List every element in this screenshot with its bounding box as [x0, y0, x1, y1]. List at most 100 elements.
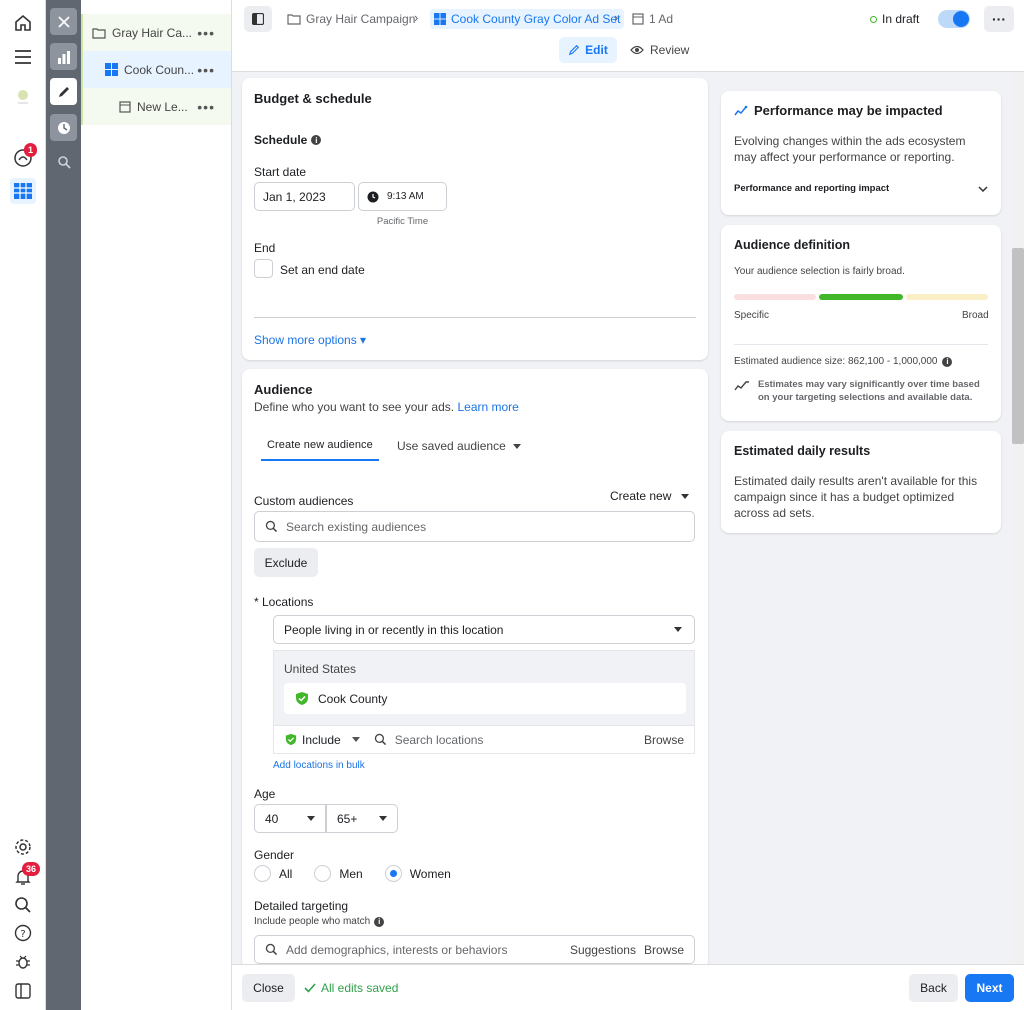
left-rail: 1 36 ?: [0, 0, 46, 1010]
detailed-targeting-input[interactable]: Add demographics, interests or behaviors…: [254, 935, 695, 964]
tab-use-saved-audience[interactable]: Use saved audience: [397, 439, 521, 453]
bug-icon[interactable]: [10, 949, 36, 975]
back-button[interactable]: Back: [909, 974, 958, 1002]
folder-icon: [287, 14, 301, 25]
search-icon: [374, 733, 386, 746]
tab-create-new-label: Create new audience: [267, 439, 373, 451]
location-mode-select[interactable]: People living in or recently in this loc…: [273, 615, 695, 644]
divider: [254, 317, 696, 318]
info-icon[interactable]: i: [942, 356, 953, 367]
tab-create-new-audience[interactable]: Create new audience: [261, 431, 379, 461]
draft-status-label: In draft: [882, 12, 920, 26]
audience-card: Audience Define who you want to see your…: [242, 369, 708, 964]
gender-women-radio[interactable]: [384, 865, 402, 882]
tree-item-campaign[interactable]: Gray Hair Ca... •••: [81, 14, 231, 51]
browse-targeting-button[interactable]: Browse: [644, 943, 684, 957]
search-locations-input[interactable]: Search locations: [395, 733, 644, 747]
exclude-button[interactable]: Exclude: [254, 548, 318, 577]
shield-check-icon: [296, 692, 308, 705]
campaign-toggle[interactable]: [938, 10, 970, 28]
performance-impact-toggle[interactable]: Performance and reporting impact: [734, 183, 988, 194]
notifications-icon[interactable]: 1: [10, 143, 38, 171]
ads-manager-table-icon[interactable]: [10, 178, 36, 204]
performance-impact-label: Performance and reporting impact: [734, 183, 890, 194]
learn-more-link[interactable]: Learn more: [457, 400, 518, 414]
home-icon[interactable]: [10, 10, 36, 36]
ad-page-icon: [632, 13, 644, 25]
close-icon[interactable]: [50, 8, 77, 35]
close-button[interactable]: Close: [242, 974, 295, 1002]
menu-icon[interactable]: [10, 44, 36, 70]
age-min-select[interactable]: 40: [254, 804, 326, 833]
trend-icon: [734, 381, 749, 391]
chart-icon[interactable]: [50, 43, 77, 70]
tree-adset-label: Cook Coun...: [124, 62, 195, 77]
gender-all-label: All: [279, 866, 293, 881]
start-time-input[interactable]: 9:13 AM: [358, 182, 447, 211]
tab-review[interactable]: Review: [630, 37, 689, 63]
browse-locations-button[interactable]: Browse: [644, 733, 684, 747]
breadcrumb-campaign[interactable]: Gray Hair Campaign: [287, 9, 415, 29]
gender-all-radio[interactable]: [254, 865, 271, 882]
info-icon[interactable]: i: [311, 135, 322, 145]
card-title: Budget & schedule: [254, 91, 372, 106]
brand-logo-icon: [10, 84, 36, 110]
tree-item-adset[interactable]: Cook Coun... •••: [81, 51, 231, 88]
campaign-tree: Gray Hair Ca... ••• Cook Coun... ••• New…: [81, 0, 232, 1010]
more-icon[interactable]: •••: [197, 99, 215, 115]
include-dropdown[interactable]: Include: [285, 733, 360, 747]
search-icon[interactable]: [10, 892, 36, 918]
age-max-select[interactable]: 65+: [326, 804, 398, 833]
location-chip-cook-county[interactable]: Cook County: [284, 683, 686, 714]
breadcrumb-adset[interactable]: Cook County Gray Color Ad Set: [430, 9, 625, 29]
save-status: All edits saved: [304, 981, 398, 995]
gear-icon[interactable]: [10, 834, 36, 860]
start-date-input[interactable]: Jan 1, 2023: [254, 182, 355, 211]
suggestions-button[interactable]: Suggestions: [570, 943, 636, 957]
audience-estimate-note: Estimates may vary significantly over ti…: [734, 378, 988, 404]
tree-item-ad[interactable]: New Le... •••: [81, 88, 231, 125]
bell-icon[interactable]: 36: [10, 862, 41, 890]
meter-broad-label: Broad: [962, 310, 989, 321]
end-date-checkbox[interactable]: [254, 259, 273, 278]
include-label: Include: [302, 732, 341, 747]
pencil-icon[interactable]: [50, 78, 77, 105]
more-options-button[interactable]: ···: [984, 6, 1014, 32]
show-more-options-link[interactable]: Show more options ▾: [254, 333, 366, 347]
gender-men-radio[interactable]: [314, 865, 332, 882]
audience-size-text: Estimated audience size: 862,100 - 1,000…: [734, 356, 938, 367]
alerts-badge: 36: [22, 862, 41, 876]
next-button[interactable]: Next: [965, 974, 1014, 1002]
custom-audiences-label: Custom audiences: [254, 494, 354, 508]
draft-status: In draft: [870, 12, 919, 26]
performance-title: Performance may be impacted: [754, 103, 943, 118]
create-new-dropdown[interactable]: Create new: [610, 489, 690, 503]
vertical-scrollbar[interactable]: [1012, 72, 1024, 964]
adset-grid-icon: [105, 63, 118, 76]
breadcrumb-ad[interactable]: 1 Ad: [632, 9, 673, 29]
add-locations-in-bulk-link[interactable]: Add locations in bulk: [273, 760, 365, 771]
caret-down-icon: [379, 816, 387, 821]
location-search-row: Include Search locations Browse: [273, 725, 695, 754]
info-icon[interactable]: i: [374, 916, 385, 927]
sidebar-toggle-icon[interactable]: [244, 6, 272, 32]
scrollbar-thumb[interactable]: [1012, 248, 1024, 444]
adset-grid-icon: [434, 13, 446, 25]
check-icon: [304, 983, 316, 993]
breadcrumb-campaign-label: Gray Hair Campaign: [306, 12, 416, 26]
panel-toggle-icon[interactable]: [10, 978, 36, 1004]
history-icon[interactable]: [50, 114, 77, 141]
editor-header: Gray Hair Campaign › Cook County Gray Co…: [232, 0, 1024, 72]
help-icon[interactable]: ?: [10, 920, 36, 946]
chevron-down-icon: [978, 185, 988, 192]
chevron-right-icon: ›: [614, 10, 619, 25]
gender-men-label: Men: [339, 866, 363, 881]
more-icon[interactable]: •••: [197, 62, 215, 78]
custom-audience-search-input[interactable]: Search existing audiences: [254, 511, 695, 542]
search-review-icon[interactable]: [50, 148, 77, 175]
tab-edit[interactable]: Edit: [559, 37, 617, 63]
gender-label: Gender: [254, 848, 295, 862]
age-max-value: 65+: [337, 811, 358, 826]
more-icon[interactable]: •••: [197, 25, 215, 41]
search-icon: [265, 520, 278, 533]
